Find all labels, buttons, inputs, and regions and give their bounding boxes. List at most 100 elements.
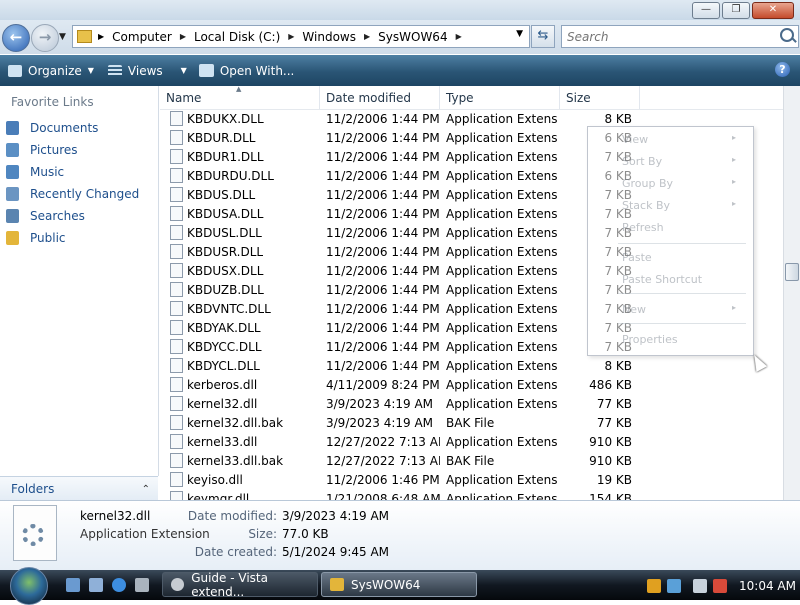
sidebar-item-pictures[interactable]: Pictures — [6, 140, 78, 160]
minimize-button[interactable]: — — [692, 2, 720, 19]
file-icon — [170, 244, 183, 259]
file-name-cell: KBDYCC.DLL — [170, 338, 320, 357]
column-date-modified[interactable]: Date modified — [320, 86, 440, 109]
file-row[interactable]: kernel33.dll 12/27/2022 7:13 AM Applicatio… — [160, 433, 783, 452]
refresh-button[interactable]: ⇆ — [531, 25, 555, 48]
breadcrumb-computer[interactable]: Computer ▶ — [112, 30, 194, 44]
file-icon — [170, 168, 183, 183]
column-size[interactable]: Size — [560, 86, 640, 109]
sort-ascending-icon: ▲ — [236, 85, 242, 93]
file-date-cell: 11/2/2006 1:44 PM — [326, 169, 440, 183]
menu-item-paste[interactable]: Paste — [622, 251, 742, 264]
file-date-cell: 12/27/2022 7:13 AM — [326, 454, 440, 468]
file-type-cell: Application Extens... — [446, 340, 558, 354]
file-size-cell: 19 KB — [596, 473, 632, 487]
searches-icon — [6, 209, 19, 223]
scrollbar-thumb[interactable] — [785, 263, 799, 281]
recent-pages-dropdown[interactable]: ▼ — [59, 32, 66, 42]
sidebar-item-public[interactable]: Public — [6, 228, 66, 248]
sidebar-item-music[interactable]: Music — [6, 162, 64, 182]
file-name-cell: KBDUSX.DLL — [170, 262, 320, 281]
file-row[interactable]: KBDYCL.DLL 11/2/2006 1:44 PM Application E… — [160, 357, 783, 376]
sidebar-item-recently-changed[interactable]: Recently Changed — [6, 184, 139, 204]
breadcrumb-local-disk[interactable]: Local Disk (C:) ▶ — [194, 30, 302, 44]
views-button[interactable]: Views ▼ — [102, 55, 193, 86]
menu-item-sort-by[interactable]: Sort By ▸ — [622, 155, 742, 168]
browser-icon — [171, 578, 185, 591]
volume-muted-icon[interactable] — [713, 579, 727, 593]
search-icon[interactable] — [780, 28, 794, 42]
menu-item-stack-by[interactable]: Stack By ▸ — [622, 199, 742, 212]
menu-item-paste-shortcut[interactable]: Paste Shortcut — [622, 273, 742, 286]
vertical-scrollbar[interactable] — [783, 86, 800, 500]
column-type[interactable]: Type — [440, 86, 560, 109]
file-icon — [170, 149, 183, 164]
help-button[interactable]: ? — [775, 62, 790, 77]
file-date-cell: 4/11/2009 8:24 PM — [326, 378, 440, 392]
file-icon — [170, 206, 183, 221]
favorite-links-heading: Favorite Links — [11, 95, 94, 109]
file-row[interactable]: keymgr.dll 1/21/2008 6:48 AM Application E… — [160, 490, 783, 500]
search-input[interactable] — [562, 26, 769, 47]
quick-launch-app-icon[interactable] — [135, 578, 149, 592]
file-type-cell: Application Extens... — [446, 492, 558, 500]
context-menu: View ▸ Sort By ▸ Group By ▸ Stack By ▸ Refre… — [587, 126, 754, 356]
internet-explorer-icon[interactable] — [112, 578, 126, 592]
clock[interactable]: 10:04 AM — [739, 579, 796, 593]
sidebar-item-documents[interactable]: Documents — [6, 118, 98, 138]
menu-item-new[interactable]: New ▸ — [622, 303, 742, 316]
address-dropdown-icon[interactable]: ▼ — [516, 29, 523, 39]
file-date-cell: 11/2/2006 1:44 PM — [326, 207, 440, 221]
back-button[interactable]: ← — [2, 24, 30, 52]
command-toolbar: Organize ▼ Views ▼ Open With... ? — [0, 55, 800, 86]
file-name-cell: KBDUSA.DLL — [170, 205, 320, 224]
menu-item-properties[interactable]: Properties — [622, 333, 742, 346]
file-icon — [170, 377, 183, 392]
file-type-cell: Application Extens... — [446, 321, 558, 335]
address-bar[interactable]: ▶ Computer ▶ Local Disk (C:) ▶ Windows ▶ Sy… — [72, 25, 530, 48]
file-type-cell: Application Extens... — [446, 397, 558, 411]
menu-item-group-by[interactable]: Group By ▸ — [622, 177, 742, 190]
close-button[interactable]: ✕ — [752, 2, 794, 19]
menu-separator — [618, 293, 746, 294]
file-row[interactable]: kernel33.dll.bak 12/27/2022 7:13 AM BAK Fi… — [160, 452, 783, 471]
start-button[interactable] — [10, 567, 48, 605]
title-bar — [0, 0, 800, 20]
breadcrumb-windows[interactable]: Windows ▶ — [302, 30, 378, 44]
windows-update-icon[interactable] — [667, 579, 681, 593]
details-modified-value: 3/9/2023 4:19 AM — [282, 509, 390, 523]
forward-button[interactable]: → — [31, 24, 59, 52]
file-date-cell: 11/2/2006 1:44 PM — [326, 131, 440, 145]
search-box[interactable] — [561, 25, 799, 48]
breadcrumb-syswow64[interactable]: SysWOW64 ▶ — [378, 30, 470, 44]
show-desktop-icon[interactable] — [66, 578, 80, 592]
file-icon — [170, 396, 183, 411]
open-with-button[interactable]: Open With... — [193, 55, 301, 86]
chevron-down-icon: ▼ — [87, 66, 94, 75]
menu-item-refresh[interactable]: Refresh — [622, 221, 742, 234]
file-row[interactable]: kernel32.dll 3/9/2023 4:19 AM Application … — [160, 395, 783, 414]
menu-separator — [618, 243, 746, 244]
details-created-value: 5/1/2024 9:45 AM — [282, 545, 390, 559]
sidebar-item-searches[interactable]: Searches — [6, 206, 85, 226]
file-row[interactable]: kerberos.dll 4/11/2009 8:24 PM Application… — [160, 376, 783, 395]
chevron-down-icon: ▼ — [180, 66, 187, 75]
file-name-cell: kernel33.dll.bak — [170, 452, 320, 471]
network-icon[interactable] — [693, 579, 707, 593]
file-type-cell: Application Extens... — [446, 283, 558, 297]
switch-windows-icon[interactable] — [89, 578, 103, 592]
file-date-cell: 11/2/2006 1:44 PM — [326, 188, 440, 202]
organize-button[interactable]: Organize ▼ — [2, 55, 100, 86]
taskbar-button-guide[interactable]: Guide - Vista extend... — [162, 571, 318, 599]
security-shield-icon[interactable] — [647, 579, 661, 593]
file-icon — [170, 301, 183, 316]
menu-item-view[interactable]: View ▸ — [622, 133, 742, 146]
maximize-button[interactable]: ❐ — [722, 2, 750, 19]
window-controls: — ❐ ✕ — [692, 2, 794, 19]
file-row[interactable]: keyiso.dll 11/2/2006 1:46 PM Application E… — [160, 471, 783, 490]
file-icon — [170, 130, 183, 145]
file-name-cell: kernel32.dll.bak — [170, 414, 320, 433]
folders-toggle[interactable]: Folders ⌃ — [0, 476, 158, 501]
taskbar-button-syswow64[interactable]: SysWOW64 — [321, 572, 477, 597]
file-row[interactable]: kernel32.dll.bak 3/9/2023 4:19 AM BAK File… — [160, 414, 783, 433]
